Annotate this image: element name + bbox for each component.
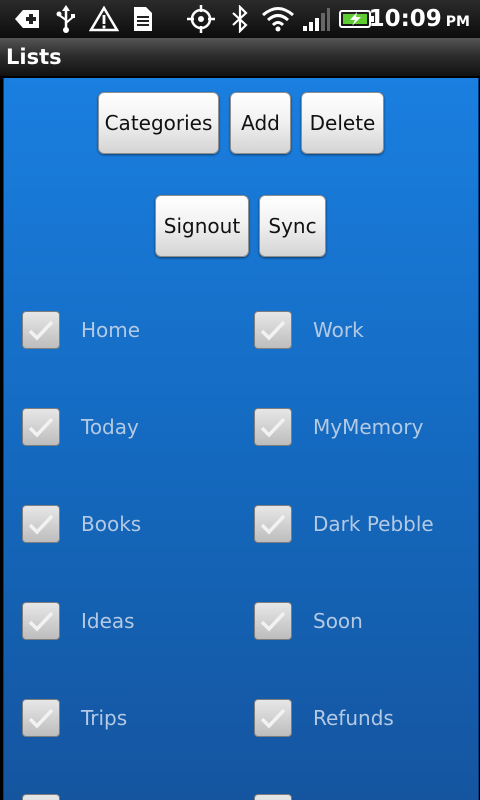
sync-button[interactable]: Sync [259, 195, 326, 257]
list-item-work[interactable]: Work [254, 308, 364, 352]
warning-icon [88, 4, 120, 34]
checkbox[interactable] [254, 699, 292, 737]
list-item-label: Work [313, 318, 364, 342]
list-item-label: Ideas [81, 609, 135, 633]
checkbox[interactable] [254, 408, 292, 446]
list-item-soon[interactable]: Soon [254, 599, 363, 643]
check-icon [28, 514, 54, 535]
list-item-dark-pebble[interactable]: Dark Pebble [254, 502, 434, 546]
checkbox[interactable] [22, 311, 60, 349]
lists-panel: Categories Add Delete Signout Sync Home … [3, 78, 479, 800]
checkbox[interactable] [254, 505, 292, 543]
checkbox[interactable] [254, 311, 292, 349]
bluetooth-icon [228, 4, 252, 34]
check-icon [28, 708, 54, 729]
list-item-label: Soon [313, 609, 363, 633]
list-item-home[interactable]: Home [22, 308, 140, 352]
list-item-trips[interactable]: Trips [22, 696, 127, 740]
checkbox[interactable] [22, 408, 60, 446]
check-icon [260, 320, 286, 341]
status-bar: 10:09 PM [0, 0, 480, 38]
check-icon [260, 417, 286, 438]
clock-time: 10:09 [368, 6, 442, 32]
clock-ampm: PM [445, 14, 470, 30]
signal-icon [300, 4, 332, 34]
list-item-today[interactable]: Today [22, 405, 139, 449]
list-item-label: MyMemory [313, 415, 424, 439]
list-item-label: Dark Pebble [313, 512, 434, 536]
list-item-label: Books [81, 512, 142, 536]
back-arrow-icon [12, 4, 42, 34]
gps-icon [184, 4, 218, 34]
check-icon [260, 708, 286, 729]
checkbox[interactable] [22, 699, 60, 737]
signout-button[interactable]: Signout [155, 195, 249, 257]
list-item-refunds[interactable]: Refunds [254, 696, 394, 740]
checkbox[interactable] [22, 602, 60, 640]
list-item-label: Trips [81, 706, 128, 730]
list-item-label: Refunds [313, 706, 394, 730]
check-icon [28, 417, 54, 438]
check-icon [28, 320, 54, 341]
list-item-ideas[interactable]: Ideas [22, 599, 135, 643]
checkbox-partial[interactable] [254, 794, 292, 800]
add-button[interactable]: Add [230, 92, 291, 154]
wifi-icon [260, 4, 296, 34]
usb-icon [52, 4, 80, 34]
list-item-label: Today [81, 415, 139, 439]
check-icon [260, 611, 286, 632]
checkbox-partial[interactable] [22, 794, 60, 800]
sd-card-icon [128, 4, 156, 34]
delete-button[interactable]: Delete [301, 92, 384, 154]
title-bar: Lists [0, 38, 480, 77]
checkbox[interactable] [22, 505, 60, 543]
list-item-books[interactable]: Books [22, 502, 141, 546]
list-item-label: Home [81, 318, 141, 342]
clock: 10:09 PM [369, 4, 470, 34]
check-icon [28, 611, 54, 632]
page-title: Lists [6, 45, 62, 69]
list-item-mymemory[interactable]: MyMemory [254, 405, 423, 449]
checkbox[interactable] [254, 602, 292, 640]
categories-button[interactable]: Categories [98, 92, 219, 154]
check-icon [260, 514, 286, 535]
